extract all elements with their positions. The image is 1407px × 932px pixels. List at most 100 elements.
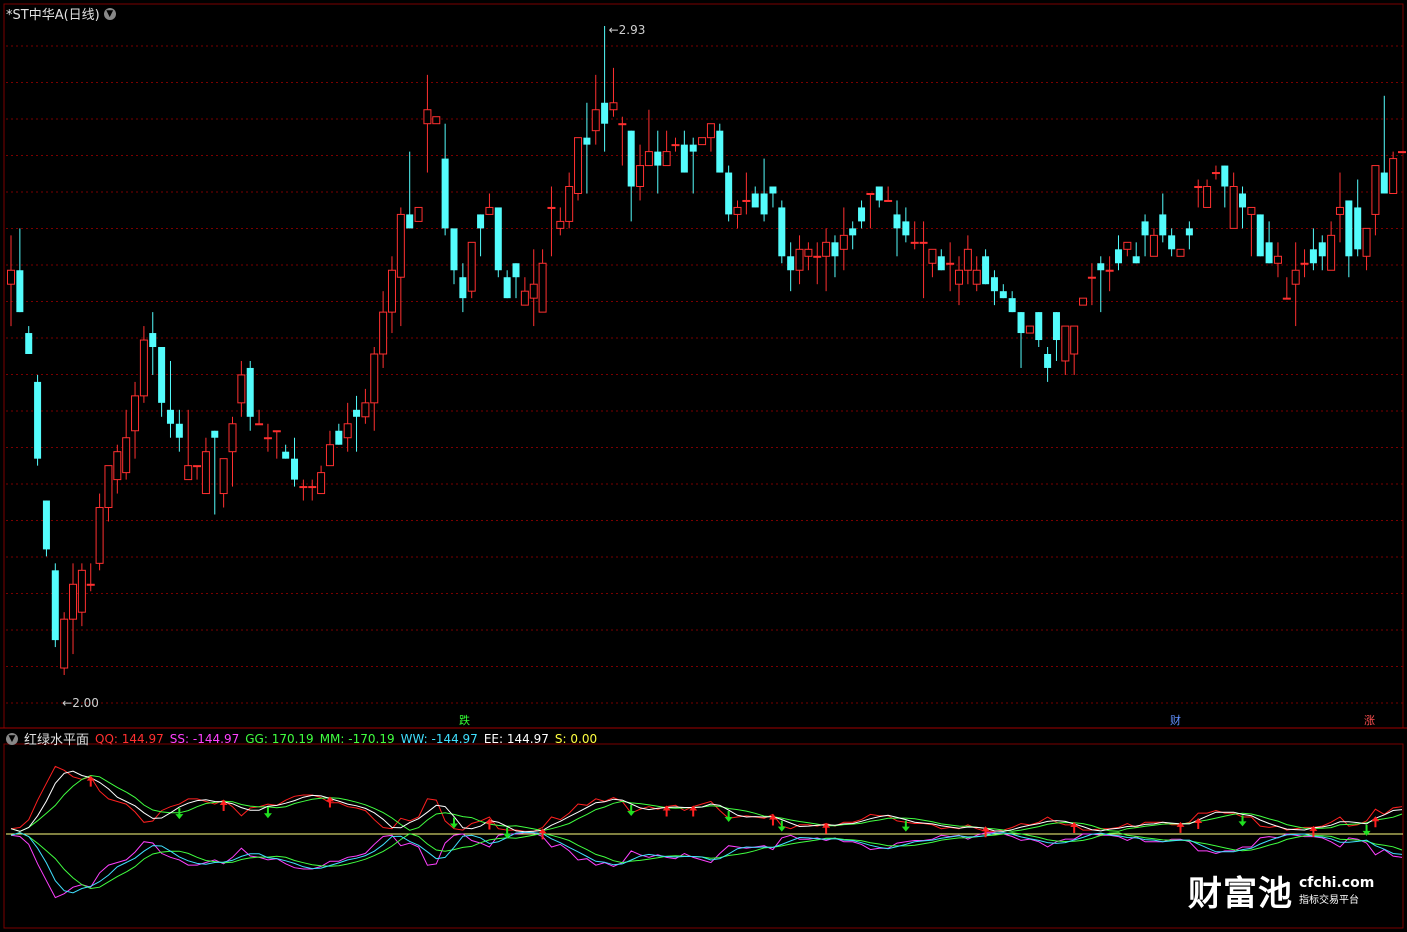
candle <box>644 109 653 167</box>
candle <box>450 228 458 285</box>
candle <box>459 263 467 313</box>
candle <box>34 374 42 466</box>
candle <box>1149 228 1158 257</box>
buy-arrow-icon <box>1371 816 1380 828</box>
ind-ee: EE: 144.97 <box>483 731 549 746</box>
sell-arrow-icon <box>627 804 636 816</box>
candle-body <box>503 277 511 299</box>
candle-body <box>335 430 343 445</box>
candle <box>282 444 290 459</box>
candle <box>77 563 86 627</box>
candle-body <box>910 241 919 244</box>
candle-body <box>406 214 414 229</box>
candle <box>387 256 396 334</box>
candle <box>982 249 990 285</box>
candle <box>122 409 131 480</box>
candle <box>104 465 113 522</box>
candle-body <box>689 144 697 152</box>
candle-body <box>1194 186 1203 189</box>
candle-body <box>813 255 822 258</box>
candle-body <box>51 570 59 641</box>
candle-body <box>175 423 183 438</box>
candle <box>343 402 352 452</box>
candle <box>813 242 822 285</box>
candle-body <box>982 256 990 285</box>
candle-body <box>255 423 264 426</box>
candle <box>919 221 928 299</box>
candle <box>503 270 511 299</box>
candle <box>751 186 759 208</box>
candle <box>565 172 574 229</box>
candle-body <box>113 451 122 481</box>
candle <box>211 430 219 515</box>
candle <box>1300 249 1309 278</box>
candle <box>698 137 707 146</box>
candle-body <box>769 186 777 194</box>
candle-body <box>432 116 441 125</box>
candle-body <box>804 248 813 257</box>
candle <box>175 409 183 452</box>
candle-series <box>7 26 1406 675</box>
candle-body <box>69 583 78 620</box>
candle-body <box>149 333 157 348</box>
candle <box>1229 172 1238 229</box>
candle-body <box>671 144 680 147</box>
candle <box>1008 291 1016 313</box>
candle-body <box>1309 249 1317 264</box>
candle <box>485 193 494 215</box>
candle-body <box>1035 312 1043 341</box>
candle-body <box>459 277 467 299</box>
candle-body <box>396 213 405 278</box>
candle <box>955 256 964 306</box>
candle-body <box>928 248 937 264</box>
candle-body <box>955 269 964 285</box>
candle-body <box>999 291 1007 299</box>
main-panel-border <box>3 3 1404 729</box>
candle <box>795 235 804 285</box>
ind-s: S: 0.00 <box>554 731 598 746</box>
kline-chart[interactable]: ←2.93 ←2.00 <box>0 0 1407 932</box>
candle-body <box>1345 200 1353 257</box>
candle-body <box>601 102 609 124</box>
candle <box>237 360 246 417</box>
candle-body <box>1070 325 1079 355</box>
candle-body <box>574 137 583 194</box>
candle <box>1025 325 1034 334</box>
candle <box>149 312 157 375</box>
candle <box>963 235 972 285</box>
candle <box>725 165 733 222</box>
candle <box>1168 228 1176 257</box>
candle <box>875 186 883 208</box>
extreme-labels: ←2.93 ←2.00 <box>62 23 645 710</box>
candle-body <box>1300 262 1309 265</box>
candle <box>804 242 813 271</box>
candle-body <box>77 569 86 613</box>
candle <box>361 388 370 424</box>
chevron-down-icon[interactable]: ▼ <box>103 7 116 20</box>
candle <box>591 74 600 145</box>
candle-body <box>636 165 645 188</box>
candle-body <box>1273 255 1282 264</box>
candle <box>1318 235 1326 271</box>
candle <box>1389 151 1398 194</box>
candle-body <box>1239 193 1247 208</box>
candle <box>760 158 768 222</box>
candle-body <box>7 269 15 285</box>
candle-body <box>662 151 671 167</box>
candle <box>1265 221 1273 264</box>
candle <box>1203 179 1212 208</box>
candle-body <box>680 144 688 173</box>
candle-body <box>839 234 848 250</box>
candle <box>902 207 910 243</box>
candle <box>662 130 671 167</box>
candle-body <box>654 151 662 166</box>
chevron-down-icon[interactable]: ▼ <box>6 732 18 745</box>
candle <box>937 249 945 271</box>
candle-body <box>583 137 591 145</box>
candle-body <box>591 109 600 132</box>
candle-body <box>538 262 547 313</box>
candle-body <box>1149 234 1158 257</box>
candle <box>1194 179 1203 208</box>
candle-body <box>1176 248 1185 257</box>
candle <box>441 123 449 236</box>
